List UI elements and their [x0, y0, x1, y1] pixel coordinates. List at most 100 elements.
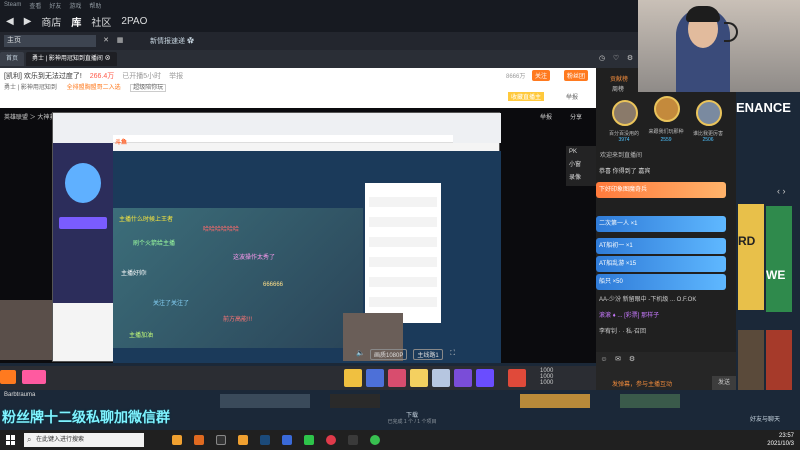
danmaku-item: 刷个火箭给主播 — [133, 241, 176, 247]
gear-icon[interactable]: ⚙ — [626, 55, 634, 63]
store-banner-text[interactable]: ENANCE — [736, 100, 791, 115]
gift-icon[interactable] — [508, 369, 526, 387]
taskbar-app-icon[interactable] — [348, 435, 358, 445]
settings-icon[interactable]: ⚙ — [628, 356, 636, 364]
forward-icon[interactable]: ▶ — [24, 16, 32, 27]
menu-friends[interactable]: 好友 — [49, 1, 61, 10]
carousel-arrow-icon[interactable]: ‹ › — [777, 186, 786, 196]
chat-message: 船只 ×50 — [596, 274, 726, 290]
rank-name: 百分百没用的 — [608, 131, 639, 137]
menu-games[interactable]: 游戏 — [69, 1, 81, 10]
system-clock[interactable]: 23:57 2021/10/3 — [767, 432, 794, 448]
fan-badge-icon[interactable] — [0, 370, 16, 384]
taskbar-app-icon[interactable] — [326, 435, 336, 445]
follow-button[interactable]: 关注 — [532, 70, 551, 81]
chat-message: 二次第一人 ×1 — [596, 216, 726, 232]
gift-stats: 1000 1000 1000 — [540, 368, 553, 386]
rank-avatar[interactable] — [654, 96, 680, 122]
windows-start-icon[interactable] — [6, 435, 16, 445]
nav-store[interactable]: 商店 — [41, 14, 61, 29]
tab-live-room[interactable]: 勇士 | 影神用冠知到直播间 ⊗ — [26, 52, 117, 66]
gift-promo-icon[interactable] — [22, 370, 46, 384]
quality-selector[interactable]: 画质1080P — [370, 348, 408, 360]
grid-icon[interactable]: ▦ — [116, 37, 124, 45]
room-category[interactable]: 勇士 | 影神用冠知到 — [4, 85, 57, 91]
menu-help[interactable]: 帮助 — [89, 1, 101, 10]
rank-subtitle[interactable]: 周榜 — [612, 84, 624, 93]
clock-icon[interactable]: ◷ — [598, 55, 606, 63]
rank-score: 2506 — [702, 137, 714, 143]
fullscreen-icon[interactable]: ⛶ — [449, 350, 457, 358]
danmaku-item: 666666 — [263, 282, 284, 288]
friends-chat-button[interactable]: 好友与聊天 — [750, 414, 798, 423]
overlay-caption: 粉丝牌十二级私聊加微信群 — [2, 409, 170, 425]
send-button[interactable]: 发送 — [712, 376, 736, 390]
menu-view[interactable]: 查看 — [29, 1, 41, 10]
back-icon[interactable]: ◀ — [6, 16, 14, 27]
volume-icon[interactable]: 🔈 — [356, 350, 365, 358]
wechat-taskbar-icon[interactable] — [304, 435, 314, 445]
chat-message: 李宥钊 · · 私·召回 — [599, 329, 646, 335]
gift-icon[interactable] — [388, 369, 406, 387]
tab-home[interactable]: 首页 — [0, 52, 25, 66]
report-video[interactable]: 举报 — [540, 112, 552, 121]
room-tag: 超级陪你玩 — [130, 84, 167, 92]
gift-icon[interactable] — [366, 369, 384, 387]
nav-user[interactable]: 2PAO — [121, 16, 147, 27]
chat-input[interactable]: 发弹幕，参与主播互动 — [612, 379, 672, 388]
rank-avatar[interactable] — [612, 100, 638, 126]
nav-community[interactable]: 社区 — [91, 14, 111, 29]
report-link[interactable]: 举报 — [169, 73, 183, 80]
chat-message: 恭喜 你得到了 嘉宾 — [599, 169, 651, 175]
taskbar-app-icon[interactable] — [370, 435, 380, 445]
url-input[interactable]: 主页 — [4, 35, 96, 47]
nav-library[interactable]: 库 — [71, 14, 81, 29]
gift-icon[interactable] — [432, 369, 450, 387]
steam-navbar: ◀ ▶ 商店 库 社区 2PAO — [0, 10, 640, 32]
share-button[interactable]: 分享 — [570, 112, 582, 121]
record-button[interactable]: 录像 — [569, 172, 593, 181]
rank-title[interactable]: 贡献榜 — [610, 74, 628, 83]
gift-icon[interactable] — [410, 369, 428, 387]
second-webcam — [0, 300, 52, 360]
gift-icon[interactable] — [476, 369, 494, 387]
gift-icon[interactable]: ✉ — [614, 356, 622, 364]
game-cover[interactable] — [738, 330, 764, 390]
pk-button[interactable]: PK — [569, 149, 593, 155]
taskbar-app-icon[interactable] — [194, 435, 204, 445]
menu-steam[interactable]: Steam — [4, 2, 21, 8]
new-info-link[interactable]: 新情报速递 ✿ — [150, 36, 194, 46]
game-cover[interactable]: RD — [738, 204, 764, 310]
line-selector[interactable]: 主线路1 — [413, 348, 443, 360]
taskbar-app-icon[interactable] — [216, 435, 226, 445]
friend-status[interactable]: Barbtrauma — [4, 392, 35, 398]
inner-logo: 斗鱼 — [115, 140, 128, 146]
windows-taskbar: 在此键入进行搜索 — [0, 430, 800, 450]
taskbar-app-icon[interactable] — [282, 435, 292, 445]
downloads-status: 已完成 1 个 / 1 个项目 — [387, 419, 437, 425]
inner-promo-button[interactable] — [59, 217, 107, 229]
taskbar-app-icon[interactable] — [238, 435, 248, 445]
taskbar-app-icon[interactable] — [172, 435, 182, 445]
steam-taskbar-icon[interactable] — [260, 435, 270, 445]
gift-icon[interactable] — [454, 369, 472, 387]
report-button[interactable]: 举报 — [566, 92, 578, 101]
close-icon[interactable]: ✕ — [102, 37, 110, 45]
bookmark-button[interactable]: 收藏直播主 — [508, 92, 545, 101]
fan-club-button[interactable]: 粉丝团 — [564, 70, 589, 81]
gift-bar — [0, 366, 596, 390]
inner-browser-top: 斗鱼 — [53, 113, 501, 146]
taskbar-search-input[interactable]: 在此键入进行搜索 — [24, 433, 144, 447]
game-cover[interactable] — [766, 330, 792, 390]
chat-header: 欢迎来到直播间 — [600, 153, 643, 159]
gift-icon[interactable] — [344, 369, 362, 387]
rank-avatar[interactable] — [696, 100, 722, 126]
emoji-icon[interactable]: ☺ — [600, 356, 608, 364]
rank-name: 谁比我更厉害 — [692, 131, 723, 137]
game-cover-text: RD — [738, 234, 756, 248]
game-cover[interactable]: WE — [766, 206, 792, 312]
follower-count: 8666万 — [506, 74, 526, 80]
mini-window-button[interactable]: 小窗 — [569, 159, 593, 168]
browser-tab-row: 首页 勇士 | 影神用冠知到直播间 ⊗ ◷ ♡ ⚙ — [0, 50, 640, 68]
heart-icon[interactable]: ♡ — [612, 55, 620, 63]
